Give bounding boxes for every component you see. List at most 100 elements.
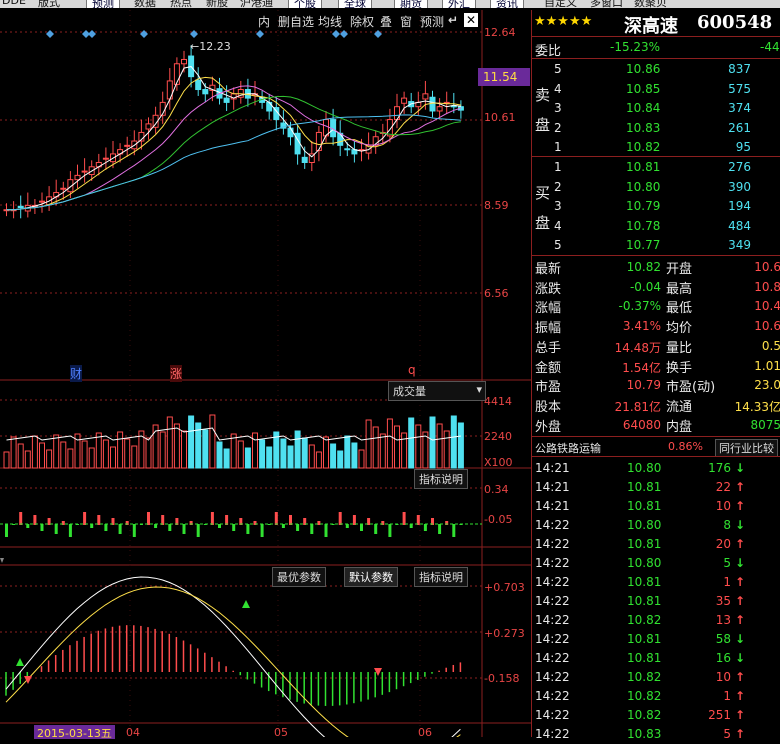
buy-row[interactable]: 2 10.80 390 xyxy=(532,178,780,197)
volume-bar xyxy=(81,440,88,469)
kline-chart-area[interactable]: 内删自选 均线 除权叠窗预测 ↵ ✕ 12.64 10.61 8.59 6.56 11.54 … xyxy=(0,10,531,740)
menu-item-8[interactable]: 全球 xyxy=(338,0,372,8)
stats-row: 振幅 3.41% 均价 10.6 xyxy=(532,317,780,336)
buy-price: 10.78 xyxy=(626,218,661,233)
sector-row[interactable]: 公路铁路运输 0.86% 同行业比较 xyxy=(532,438,780,457)
candle-body xyxy=(301,156,308,163)
stat-value: 64080 xyxy=(622,417,661,432)
sell-row[interactable]: 4 10.85 575 xyxy=(532,80,780,99)
event-diamond-icon xyxy=(88,30,96,38)
volume-bar xyxy=(110,446,116,469)
event-marker-q[interactable]: q xyxy=(408,363,416,377)
buy-row[interactable]: 3 10.79 194 xyxy=(532,197,780,216)
indicator-bar xyxy=(409,524,413,528)
macd-button-0[interactable]: 最优参数 xyxy=(272,567,326,587)
tick-volume: 10 xyxy=(715,670,731,684)
volume-bar xyxy=(415,424,422,469)
volume-bar xyxy=(280,438,287,469)
buy-row[interactable]: 1 10.81 276 xyxy=(532,158,780,177)
candle-body xyxy=(344,148,351,151)
buy-price: 10.80 xyxy=(626,179,661,194)
menu-item-3[interactable]: 数据 xyxy=(134,0,156,8)
stat-label: 总手 xyxy=(535,340,562,356)
event-diamond-icon xyxy=(332,30,340,38)
stat-label-2: 均价 xyxy=(666,321,693,337)
menu-item-14[interactable]: 数聚贝 xyxy=(634,0,667,8)
volume-bar xyxy=(188,415,195,469)
candle-body xyxy=(102,157,109,160)
candle-body xyxy=(315,131,322,151)
event-diamond-icon xyxy=(190,30,198,38)
sell-row[interactable]: 2 10.83 261 xyxy=(532,119,780,138)
event-marker-zhang[interactable]: 涨 xyxy=(170,365,183,382)
menu-item-1[interactable]: 版式 xyxy=(38,0,60,8)
indicator-bar xyxy=(232,524,236,531)
candle-body xyxy=(195,79,202,91)
tick-time: 14:22 xyxy=(535,537,570,551)
sell-level: 1 xyxy=(554,140,562,155)
buy-volume: 349 xyxy=(728,238,751,253)
macd-button-1[interactable]: 默认参数 xyxy=(344,567,398,587)
arrow-down-icon: ↓ xyxy=(734,556,745,570)
toolbar-item-4[interactable]: 叠 xyxy=(380,13,392,30)
close-icon[interactable]: ✕ xyxy=(464,13,479,27)
menu-item-6[interactable]: 沪港通 xyxy=(240,0,273,8)
stats-row: 最新 10.82 开盘 10.6 xyxy=(532,258,780,277)
toolbar-item-2[interactable]: 均线 xyxy=(318,13,342,30)
tick-row: 14:22 10.83 5 ↑ xyxy=(532,725,780,744)
sector-name[interactable]: 公路铁路运输 xyxy=(535,440,601,456)
indicator-bar xyxy=(104,524,108,531)
back-icon[interactable]: ↵ xyxy=(448,13,458,27)
stock-name: 深高速 xyxy=(624,16,678,37)
menu-item-13[interactable]: 多窗口 xyxy=(590,0,623,8)
candle-body xyxy=(436,106,443,112)
toolbar-item-5[interactable]: 窗 xyxy=(400,13,412,30)
buy-row[interactable]: 5 10.77 349 xyxy=(532,236,780,255)
toolbar-item-3[interactable]: 除权 xyxy=(350,13,374,30)
tick-volume: 1 xyxy=(723,575,731,589)
tick-volume: 16 xyxy=(715,651,731,665)
indicator-bar xyxy=(90,524,94,528)
stat-value: 21.81亿 xyxy=(614,399,661,414)
menu-item-10[interactable]: 外汇 xyxy=(442,0,476,8)
indicator-bar xyxy=(260,524,264,537)
toolbar-item-6[interactable]: 预测 xyxy=(420,13,444,30)
menu-item-11[interactable]: 资讯 xyxy=(490,0,524,8)
tick-price: 10.82 xyxy=(627,708,662,722)
stat-value: -0.04 xyxy=(629,279,661,294)
volume-bar xyxy=(365,419,372,469)
stats-row: 股本 21.81亿 流通 14.33亿 xyxy=(532,396,780,415)
tick-time: 14:22 xyxy=(535,518,570,532)
menu-item-7[interactable]: 个股 xyxy=(288,0,322,8)
stats-row: 金额 1.54亿 换手 1.01 xyxy=(532,357,780,376)
high-annotation: ←12.23 xyxy=(190,40,231,53)
tick-volume: 35 xyxy=(715,594,731,608)
sell-row[interactable]: 3 10.84 374 xyxy=(532,99,780,118)
volume-indicator-selector[interactable]: 成交量 ▾ xyxy=(388,381,486,401)
menu-item-5[interactable]: 新股 xyxy=(206,0,228,8)
menu-item-0[interactable]: DDE xyxy=(2,0,26,7)
volume-indicator-help-button[interactable]: 指标说明 xyxy=(414,469,468,489)
candle-body xyxy=(60,187,67,190)
tick-time: 14:22 xyxy=(535,670,570,684)
macd-button-2[interactable]: 指标说明 xyxy=(414,567,468,587)
indicator-bar xyxy=(310,524,314,534)
toolbar-item-0[interactable]: 内 xyxy=(258,13,270,30)
event-marker-cai[interactable]: 财 xyxy=(70,365,83,382)
menu-item-2[interactable]: 预测 xyxy=(86,0,120,8)
sell-row[interactable]: 5 10.86 837 xyxy=(532,60,780,79)
menu-item-12[interactable]: 自定义 xyxy=(544,0,577,8)
toolbar-item-1[interactable]: 删自选 xyxy=(278,13,314,30)
menu-item-9[interactable]: 期货 xyxy=(394,0,428,8)
indicator-bar xyxy=(360,524,363,531)
price-axis-label-3: 8.59 xyxy=(484,199,509,212)
buy-level: 4 xyxy=(554,218,562,233)
compare-button[interactable]: 同行业比较 xyxy=(715,439,778,457)
volume-bar xyxy=(237,440,244,469)
buy-row[interactable]: 4 10.78 484 xyxy=(532,217,780,236)
indicator-bar xyxy=(218,524,221,528)
sell-row[interactable]: 1 10.82 95 xyxy=(532,138,780,157)
tick-volume: 20 xyxy=(715,537,731,551)
volume-bar xyxy=(60,441,67,469)
menu-item-4[interactable]: 热点 xyxy=(170,0,192,8)
